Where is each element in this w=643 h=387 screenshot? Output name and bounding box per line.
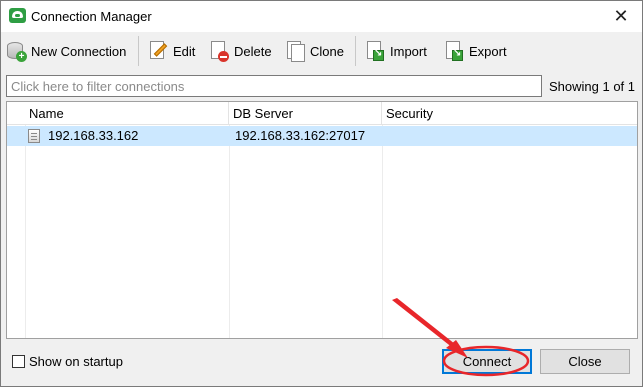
edit-button[interactable]: Edit: [147, 36, 195, 66]
edit-icon: [147, 39, 169, 63]
column-header-name[interactable]: Name: [25, 102, 229, 125]
import-button[interactable]: Import: [364, 36, 427, 66]
cell-db-server: 192.168.33.162:27017: [235, 128, 366, 143]
database-add-icon: +: [5, 39, 27, 63]
connection-manager-window: Connection Manager ✕ + New Connection Ed…: [0, 0, 643, 387]
connections-grid: Name DB Server Security 192.168.33.162 1…: [6, 101, 638, 339]
import-label: Import: [390, 43, 427, 59]
toolbar-separator: [138, 36, 139, 66]
export-icon: [443, 39, 465, 63]
footer: Show on startup Connect Close: [1, 341, 642, 386]
app-logo-icon: [9, 8, 26, 23]
close-window-icon[interactable]: ✕: [606, 3, 636, 29]
window-title: Connection Manager: [31, 9, 152, 24]
clone-icon: [284, 39, 306, 63]
server-icon: [28, 129, 40, 143]
column-divider: [25, 125, 26, 338]
show-on-startup-checkbox[interactable]: [12, 355, 25, 368]
title-bar: Connection Manager ✕: [1, 1, 642, 32]
delete-label: Delete: [234, 43, 272, 59]
table-row[interactable]: 192.168.33.162 192.168.33.162:27017: [7, 126, 637, 146]
column-divider: [382, 125, 383, 338]
toolbar-separator: [355, 36, 356, 66]
edit-label: Edit: [173, 43, 196, 59]
toolbar: + New Connection Edit Delete Clone Impor…: [1, 32, 642, 72]
new-connection-button[interactable]: + New Connection: [5, 36, 126, 66]
column-header-db-server[interactable]: DB Server: [229, 102, 382, 125]
clone-label: Clone: [310, 43, 344, 59]
clone-button[interactable]: Clone: [284, 36, 344, 66]
cell-name: 192.168.33.162: [48, 128, 139, 143]
export-label: Export: [469, 43, 507, 59]
delete-button[interactable]: Delete: [208, 36, 272, 66]
grid-header: Name DB Server Security: [7, 102, 637, 125]
delete-icon: [208, 39, 230, 63]
column-divider: [229, 125, 230, 338]
import-icon: [364, 39, 386, 63]
connect-button[interactable]: Connect: [442, 349, 532, 374]
showing-count: Showing 1 of 1: [549, 79, 636, 94]
export-button[interactable]: Export: [443, 36, 507, 66]
column-header-security[interactable]: Security: [382, 102, 637, 125]
filter-input[interactable]: [6, 75, 542, 97]
close-button[interactable]: Close: [540, 349, 630, 374]
show-on-startup-label: Show on startup: [29, 354, 123, 369]
filter-row: Showing 1 of 1: [1, 73, 642, 99]
new-connection-label: New Connection: [31, 43, 127, 59]
